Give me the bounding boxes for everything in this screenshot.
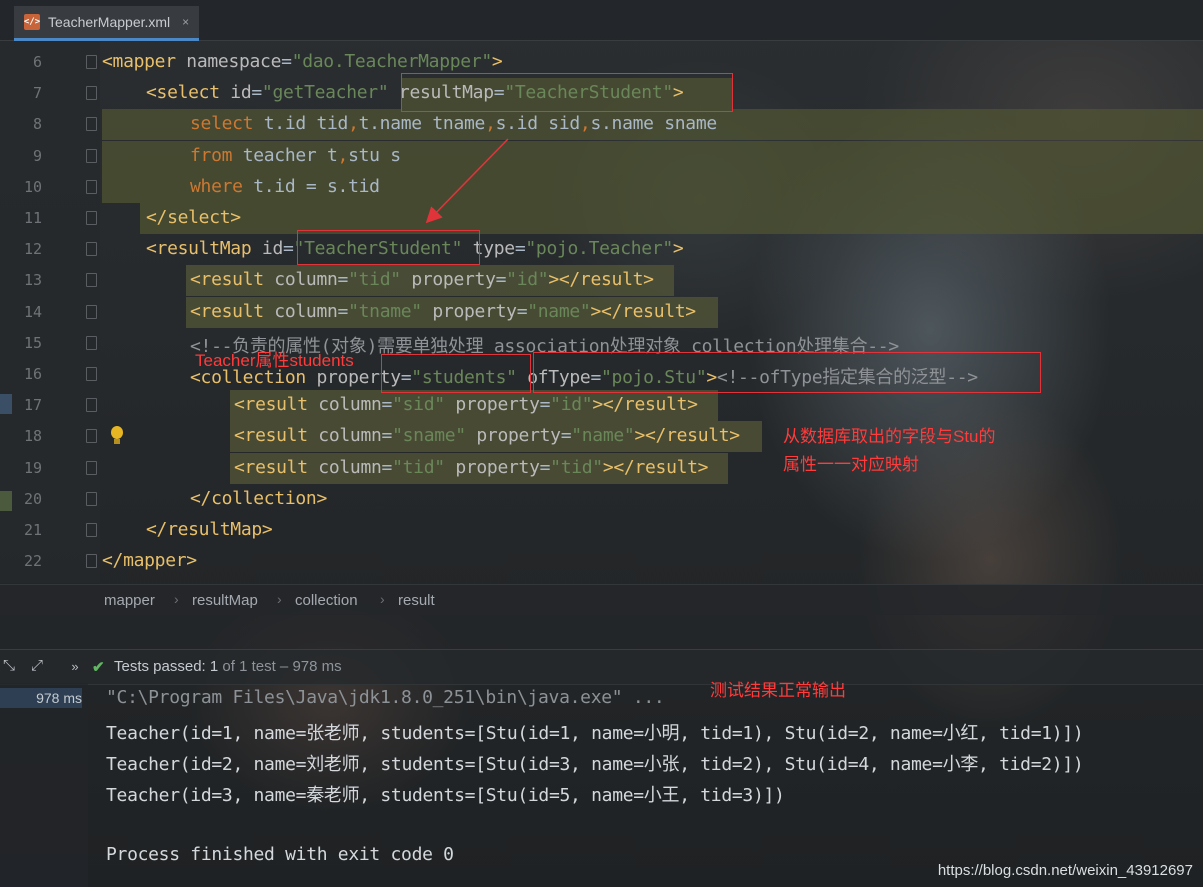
breadcrumb-item-mapper[interactable]: mapper <box>104 592 155 609</box>
chevron-right-icon: › <box>174 591 179 607</box>
tab-teachermapper-xml[interactable]: </> TeacherMapper.xml × <box>14 6 200 41</box>
breadcrumb: mapper › resultMap › collection › result <box>0 584 1203 615</box>
chevron-right-icon: › <box>380 591 385 607</box>
test-duration[interactable]: 978 ms <box>0 688 82 708</box>
console-line: Teacher(id=2, name=刘老师, students=[Stu(id… <box>106 754 1084 775</box>
close-icon[interactable]: × <box>182 15 189 29</box>
watermark: https://blog.csdn.net/weixin_43912697 <box>937 862 1193 879</box>
code-editor[interactable]: 6 <mapper namespace="dao.TeacherMapper"> 7… <box>0 41 1203 583</box>
collapse-all-icon[interactable]: ⤡ <box>0 657 18 675</box>
xml-file-icon: </> <box>24 14 40 30</box>
tab-label: TeacherMapper.xml <box>48 14 171 30</box>
console-command: "C:\Program Files\Java\jdk1.8.0_251\bin\… <box>106 687 665 708</box>
more-chevron-icon[interactable]: » <box>66 659 84 677</box>
editor-tab-bar: </> TeacherMapper.xml × <box>0 0 1203 41</box>
red-arrow <box>425 138 509 224</box>
console-exit-line: Process finished with exit code 0 <box>106 844 454 865</box>
console-line: Teacher(id=3, name=秦老师, students=[Stu(id… <box>106 785 785 806</box>
check-icon: ✔ <box>92 659 105 676</box>
test-status: Tests passed: 1 of 1 test – 978 ms <box>114 658 342 675</box>
test-tree: 978 ms <box>0 683 88 887</box>
panel-divider <box>0 614 1203 649</box>
breadcrumb-item-collection[interactable]: collection <box>295 592 358 609</box>
console-line: Teacher(id=1, name=张老师, students=[Stu(id… <box>106 723 1084 744</box>
chevron-right-icon: › <box>277 591 282 607</box>
annotation-test-output: 测试结果正常输出 <box>710 681 846 700</box>
breadcrumb-item-result[interactable]: result <box>398 592 435 609</box>
breadcrumb-item-resultmap[interactable]: resultMap <box>192 592 258 609</box>
run-toolbar: ⤡ ⤢ » ✔ Tests passed: 1 of 1 test – 978 … <box>0 649 1203 685</box>
expand-icon[interactable]: ⤢ <box>28 657 46 675</box>
